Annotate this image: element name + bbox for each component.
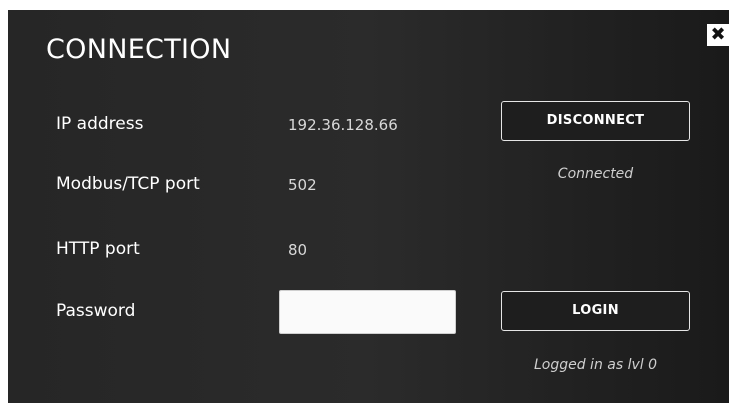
ip-address-value: 192.36.128.66 — [288, 116, 398, 134]
http-port-value: 80 — [288, 241, 308, 259]
login-status: Logged in as lvl 0 — [533, 357, 658, 373]
connection-status: Connected — [557, 166, 634, 182]
ip-address-label: IP address — [56, 114, 144, 134]
login-button[interactable]: LOGIN — [501, 291, 690, 331]
http-port-label: HTTP port — [56, 239, 140, 259]
password-input[interactable] — [279, 290, 456, 334]
disconnect-button[interactable]: DISCONNECT — [501, 101, 690, 141]
close-icon[interactable]: ✖ — [707, 24, 729, 46]
dialog-title: CONNECTION — [46, 34, 232, 65]
modbus-port-value: 502 — [288, 176, 317, 194]
connection-dialog: ✖ CONNECTION IP address 192.36.128.66 Mo… — [8, 10, 729, 403]
password-label: Password — [56, 301, 136, 321]
modbus-port-label: Modbus/TCP port — [56, 174, 200, 194]
